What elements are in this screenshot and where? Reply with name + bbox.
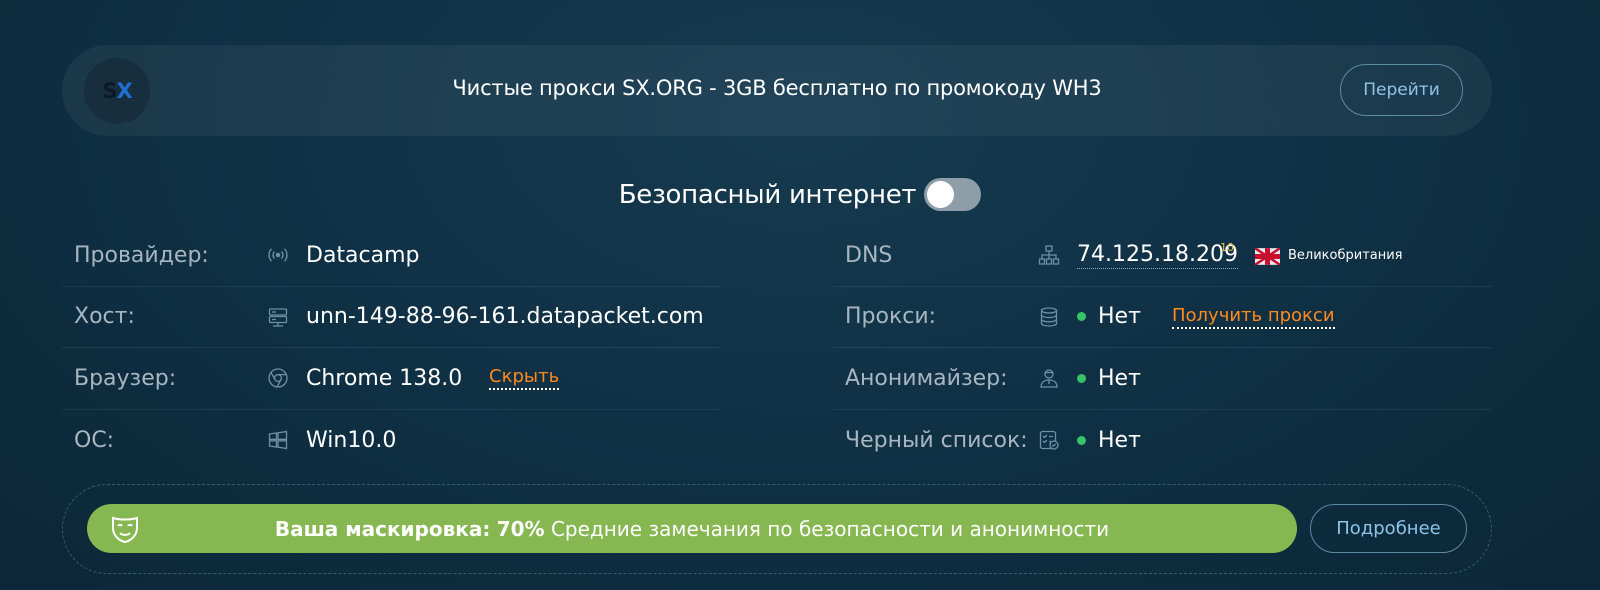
provider-value: Datacamp <box>306 242 420 268</box>
row-proxy: Прокси: Нет Получить прокси <box>833 287 1492 348</box>
safe-internet: Безопасный интернет <box>0 178 1600 211</box>
user-shield-icon <box>1038 367 1060 389</box>
info-left-column: Провайдер: Datacamp Хост: unn-149-88-96-… <box>62 225 720 471</box>
hide-browser-link[interactable]: Скрыть <box>489 366 560 391</box>
get-proxy-link[interactable]: Получить прокси <box>1172 305 1335 329</box>
windows-icon <box>267 429 289 451</box>
promo-banner: SX Чистые прокси SX.ORG - 3GB бесплатно … <box>62 45 1492 136</box>
promo-go-button[interactable]: Перейти <box>1340 64 1463 116</box>
host-value: unn-149-88-96-161.datapacket.com <box>306 304 704 330</box>
mask-bar: Ваша маскировка: 70% Средние замечания п… <box>87 504 1297 553</box>
os-label: ОС: <box>74 427 115 453</box>
mask-percent: 70% <box>496 517 545 541</box>
anonymizer-label: Анонимайзер: <box>845 365 1008 391</box>
signal-icon <box>267 244 289 266</box>
mask-section: Ваша маскировка: 70% Средние замечания п… <box>62 484 1492 574</box>
dns-label: DNS <box>845 242 893 268</box>
mask-label: Ваша маскировка: <box>274 517 491 541</box>
dns-count: 10 <box>1220 241 1234 254</box>
proxy-label: Прокси: <box>845 304 937 330</box>
checklist-icon <box>1038 429 1060 451</box>
info-right-column: DNS 74.125.18.209 10 Великобритания Прок… <box>833 225 1492 471</box>
browser-value: Chrome 138.0 <box>306 365 463 391</box>
promo-text: Чистые прокси SX.ORG - 3GB бесплатно по … <box>452 76 1102 100</box>
network-icon <box>1038 244 1060 266</box>
dns-ip-link[interactable]: 74.125.18.209 <box>1077 242 1238 269</box>
mask-description: Средние замечания по безопасности и анон… <box>550 517 1110 541</box>
chrome-icon <box>267 367 289 389</box>
mask-text: Ваша маскировка: 70% Средние замечания п… <box>87 517 1297 541</box>
host-label: Хост: <box>74 304 135 330</box>
toggle-knob <box>927 181 955 208</box>
provider-label: Провайдер: <box>74 242 209 268</box>
row-host: Хост: unn-149-88-96-161.datapacket.com <box>62 287 720 348</box>
gb-flag-icon <box>1254 247 1281 266</box>
details-button[interactable]: Подробнее <box>1310 504 1467 553</box>
safe-internet-label: Безопасный интернет <box>618 179 917 210</box>
os-value: Win10.0 <box>306 427 397 453</box>
row-browser: Браузер: Chrome 138.0 Скрыть <box>62 348 720 410</box>
blacklist-value: Нет <box>1098 427 1141 453</box>
blacklist-status-dot <box>1077 435 1086 445</box>
row-blacklist: Черный список: Нет <box>833 410 1492 472</box>
anonymizer-status-dot <box>1077 373 1086 383</box>
row-os: ОС: Win10.0 <box>62 410 720 472</box>
anonymizer-value: Нет <box>1098 365 1141 391</box>
proxy-value: Нет <box>1098 304 1141 330</box>
row-provider: Провайдер: Datacamp <box>62 225 720 287</box>
dns-country: Великобритания <box>1288 247 1403 263</box>
database-icon <box>1038 306 1060 328</box>
server-icon <box>267 306 289 328</box>
browser-label: Браузер: <box>74 365 177 391</box>
blacklist-label: Черный список: <box>845 427 1028 453</box>
row-anonymizer: Анонимайзер: Нет <box>833 348 1492 410</box>
safe-internet-toggle[interactable] <box>924 178 982 211</box>
row-dns: DNS 74.125.18.209 10 Великобритания <box>833 225 1492 287</box>
proxy-status-dot <box>1077 312 1086 322</box>
